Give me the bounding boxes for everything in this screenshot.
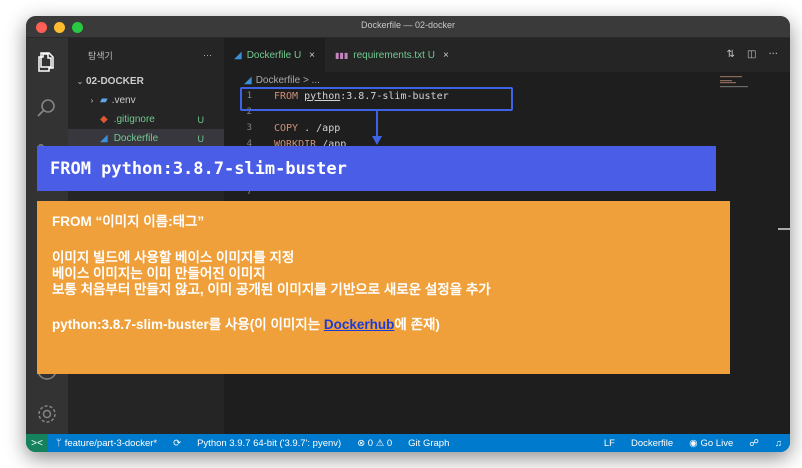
explorer-icon[interactable] — [35, 50, 59, 74]
description-line-1: 이미지 빌드에 사용할 베이스 이미지를 지정 — [52, 250, 295, 265]
split-editor-icon[interactable]: ◫ — [747, 49, 756, 60]
broadcast-icon: ◉ — [689, 437, 698, 449]
git-graph-button[interactable]: Git Graph — [400, 438, 457, 449]
problems-indicator[interactable]: ⊗ 0 ⚠ 0 — [349, 438, 400, 449]
dockerhub-link[interactable]: Dockerhub — [324, 317, 395, 332]
syntax-line: FROM “이미지 이름:태그” — [52, 214, 205, 229]
compare-changes-icon[interactable]: ⇅ — [727, 49, 735, 60]
breadcrumb[interactable]: ◢ Dockerfile > ... — [224, 72, 790, 88]
untracked-badge: U — [197, 114, 205, 125]
go-live-label: Go Live — [700, 437, 734, 449]
description-line-3: 보통 처음부터 만들지 않고, 이미 공개된 이미지를 기반으로 새로운 설정을… — [52, 282, 491, 297]
editor-actions: ⇅ ◫ ··· — [727, 49, 778, 60]
untracked-badge: U — [197, 133, 205, 144]
tab-label: Dockerfile U — [246, 49, 302, 61]
branch-icon: ᛘ — [56, 437, 62, 449]
tree-item-label: .gitignore — [113, 114, 155, 125]
usage-line: python:3.8.7-slim-buster를 사용(이 이미지는 Dock… — [52, 317, 730, 333]
instruction-banner: FROM python:3.8.7-slim-buster — [37, 146, 716, 191]
tab-label: requirements.txt U — [353, 49, 435, 61]
pip-file-icon: ▮▮▮ — [335, 50, 349, 60]
settings-gear-icon[interactable] — [35, 402, 59, 426]
remote-indicator[interactable]: >< — [26, 434, 48, 452]
explorer-title: 탐색기 — [88, 50, 113, 61]
tree-item-gitignore[interactable]: ◆ .gitignore U — [68, 110, 224, 129]
language-mode[interactable]: Dockerfile — [623, 438, 681, 449]
tree-item-venv[interactable]: › ▰ .venv — [68, 91, 224, 110]
line-number: 3 — [246, 123, 252, 133]
editor-tabs: ◢ Dockerfile U × ▮▮▮ requirements.txt U … — [224, 38, 790, 72]
minimap[interactable] — [720, 74, 760, 94]
python-interpreter[interactable]: Python 3.9.7 64-bit ('3.9.7': pyenv) — [189, 438, 349, 449]
git-file-icon: ◆ — [100, 114, 108, 125]
notifications-bell-icon[interactable]: ♫ — [767, 438, 790, 449]
usage-suffix: 에 존재) — [394, 317, 440, 332]
sync-icon: ⟳ — [173, 437, 182, 449]
docker-file-icon: ◢ — [244, 74, 252, 86]
docker-file-icon: ◢ — [234, 49, 242, 61]
search-icon[interactable] — [35, 96, 59, 120]
breadcrumb-label: Dockerfile > ... — [255, 74, 320, 86]
status-bar: >< ᛘ feature/part-3-docker* ⟳ Python 3.9… — [26, 434, 790, 452]
title-bar: Dockerfile — 02-docker — [26, 16, 790, 38]
usage-prefix: python:3.8.7-slim-buster를 사용(이 이미지는 — [52, 317, 324, 332]
overview-ruler-mark — [778, 228, 790, 230]
feedback-icon[interactable]: ☍ — [741, 438, 767, 449]
branch-label: feature/part-3-docker* — [64, 437, 158, 449]
sync-button[interactable]: ⟳ — [165, 438, 189, 449]
description-line-2: 베이스 이미지는 이미 만들어진 이미지 — [52, 266, 266, 281]
explorer-header: 탐색기 ··· — [68, 38, 224, 72]
project-folder-label: 02-DOCKER — [86, 76, 144, 87]
tree-item-label: Dockerfile — [113, 133, 159, 144]
callout-arrow-line — [376, 111, 378, 137]
docker-file-icon: ◢ — [100, 133, 108, 144]
explanation-panel: FROM “이미지 이름:태그” 이미지 빌드에 사용할 베이스 이미지를 지정… — [37, 201, 730, 374]
chevron-down-icon: ⌄ — [76, 77, 84, 86]
more-actions-icon[interactable]: ··· — [768, 49, 778, 60]
eol-indicator[interactable]: LF — [596, 438, 623, 449]
git-branch[interactable]: ᛘ feature/part-3-docker* — [48, 438, 165, 449]
code-argument: . /app — [304, 122, 341, 134]
tab-dockerfile[interactable]: ◢ Dockerfile U × — [224, 38, 326, 72]
window-title: Dockerfile — 02-docker — [360, 20, 456, 30]
tab-close-button[interactable]: × — [443, 50, 449, 61]
project-folder[interactable]: ⌄ 02-DOCKER — [68, 72, 224, 91]
folder-icon: ▰ — [100, 95, 108, 106]
tree-item-label: .venv — [111, 95, 136, 106]
code-line-3[interactable]: 3 COPY . /app — [224, 120, 790, 136]
chevron-right-icon: › — [90, 96, 94, 105]
code-highlight-box — [240, 87, 513, 111]
go-live-button[interactable]: ◉ Go Live — [681, 438, 741, 449]
callout-arrow-head — [372, 136, 382, 145]
tab-requirements[interactable]: ▮▮▮ requirements.txt U × — [325, 38, 459, 72]
tab-close-button[interactable]: × — [309, 50, 315, 61]
code-keyword: COPY — [274, 122, 305, 134]
explorer-more-button[interactable]: ··· — [203, 50, 212, 60]
